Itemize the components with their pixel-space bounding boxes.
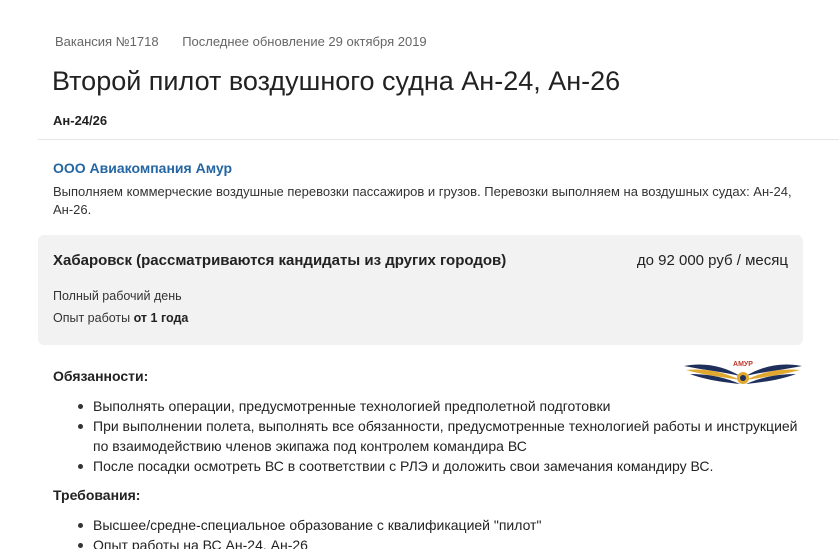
requirements-heading: Требования:	[53, 487, 141, 503]
vacancy-page: Вакансия №1718 Последнее обновление 29 о…	[0, 0, 839, 549]
amur-logo: АМУР	[684, 361, 802, 384]
list-item: После посадки осмотреть ВС в соответстви…	[53, 456, 813, 476]
experience-value: от 1 года	[133, 311, 189, 325]
experience-label: Опыт работы	[53, 311, 131, 325]
experience: Опыт работы от 1 года	[53, 311, 188, 325]
last-update: Последнее обновление 29 октября 2019	[182, 34, 427, 49]
company-link[interactable]: ООО Авиакомпания Амур	[53, 160, 232, 176]
vacancy-meta: Вакансия №1718 Последнее обновление 29 о…	[55, 34, 427, 49]
vacancy-info-box: Хабаровск (рассматриваются кандидаты из …	[38, 235, 803, 345]
list-item: Опыт работы на ВС Ан-24, Ан-26	[53, 535, 813, 549]
salary: до 92 000 руб / месяц	[636, 252, 788, 269]
company-description: Выполняем коммерческие воздушные перевоз…	[53, 184, 792, 217]
list-item: Выполнять операции, предусмотренные техн…	[53, 396, 813, 416]
requirements-list: Высшее/средне-специальное образование с …	[53, 515, 813, 549]
page-title: Второй пилот воздушного судна Ан-24, Ан-…	[52, 66, 621, 96]
schedule: Полный рабочий день	[53, 289, 182, 303]
divider	[38, 139, 839, 140]
list-item: Высшее/средне-специальное образование с …	[53, 515, 813, 535]
aircraft-subtitle: Ан-24/26	[53, 113, 108, 128]
duties-list: Выполнять операции, предусмотренные техн…	[53, 396, 813, 476]
logo-text: АМУР	[733, 361, 753, 368]
city: Хабаровск (рассматриваются кандидаты из …	[53, 252, 507, 269]
duties-heading: Обязанности:	[53, 368, 149, 384]
vacancy-number: Вакансия №1718	[55, 34, 159, 49]
list-item: При выполнении полета, выполнять все обя…	[53, 416, 813, 456]
